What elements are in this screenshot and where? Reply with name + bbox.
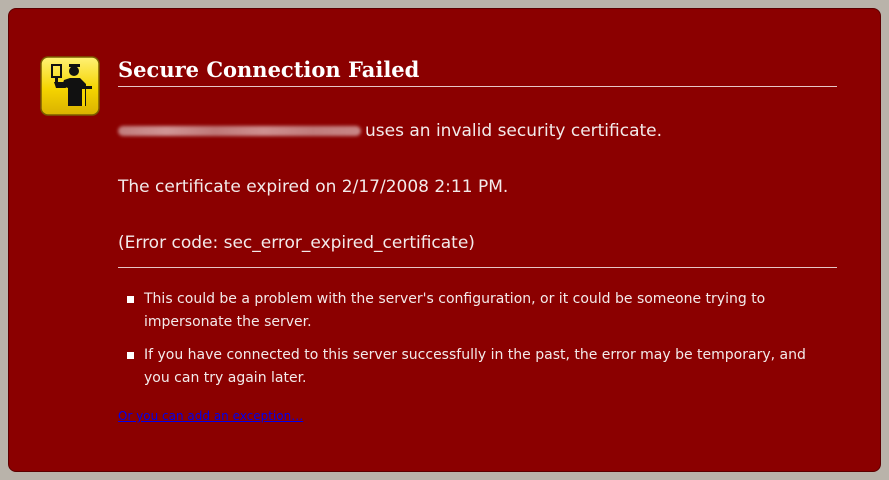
host-message: uses an invalid security certificate. — [118, 120, 662, 142]
explanation-list: This could be a problem with the server'… — [127, 288, 817, 400]
bullet-icon — [127, 296, 134, 303]
divider — [118, 267, 837, 268]
expiry-message: The certificate expired on 2/17/2008 2:1… — [118, 177, 509, 197]
error-panel: Secure Connection Failed uses an invalid… — [8, 8, 881, 472]
bullet-icon — [127, 352, 134, 359]
security-warning-icon — [40, 56, 100, 116]
list-item-text: If you have connected to this server suc… — [144, 347, 806, 386]
error-code: (Error code: sec_error_expired_certifica… — [118, 233, 475, 253]
error-content: Secure Connection Failed uses an invalid… — [118, 57, 837, 423]
page-title: Secure Connection Failed — [118, 57, 837, 87]
list-item-text: This could be a problem with the server'… — [144, 291, 766, 330]
list-item: This could be a problem with the server'… — [127, 288, 817, 334]
list-item: If you have connected to this server suc… — [127, 344, 817, 390]
add-exception-link[interactable]: Or you can add an exception… — [118, 409, 303, 423]
redacted-hostname — [118, 126, 361, 136]
host-message-text: uses an invalid security certificate. — [365, 121, 663, 141]
